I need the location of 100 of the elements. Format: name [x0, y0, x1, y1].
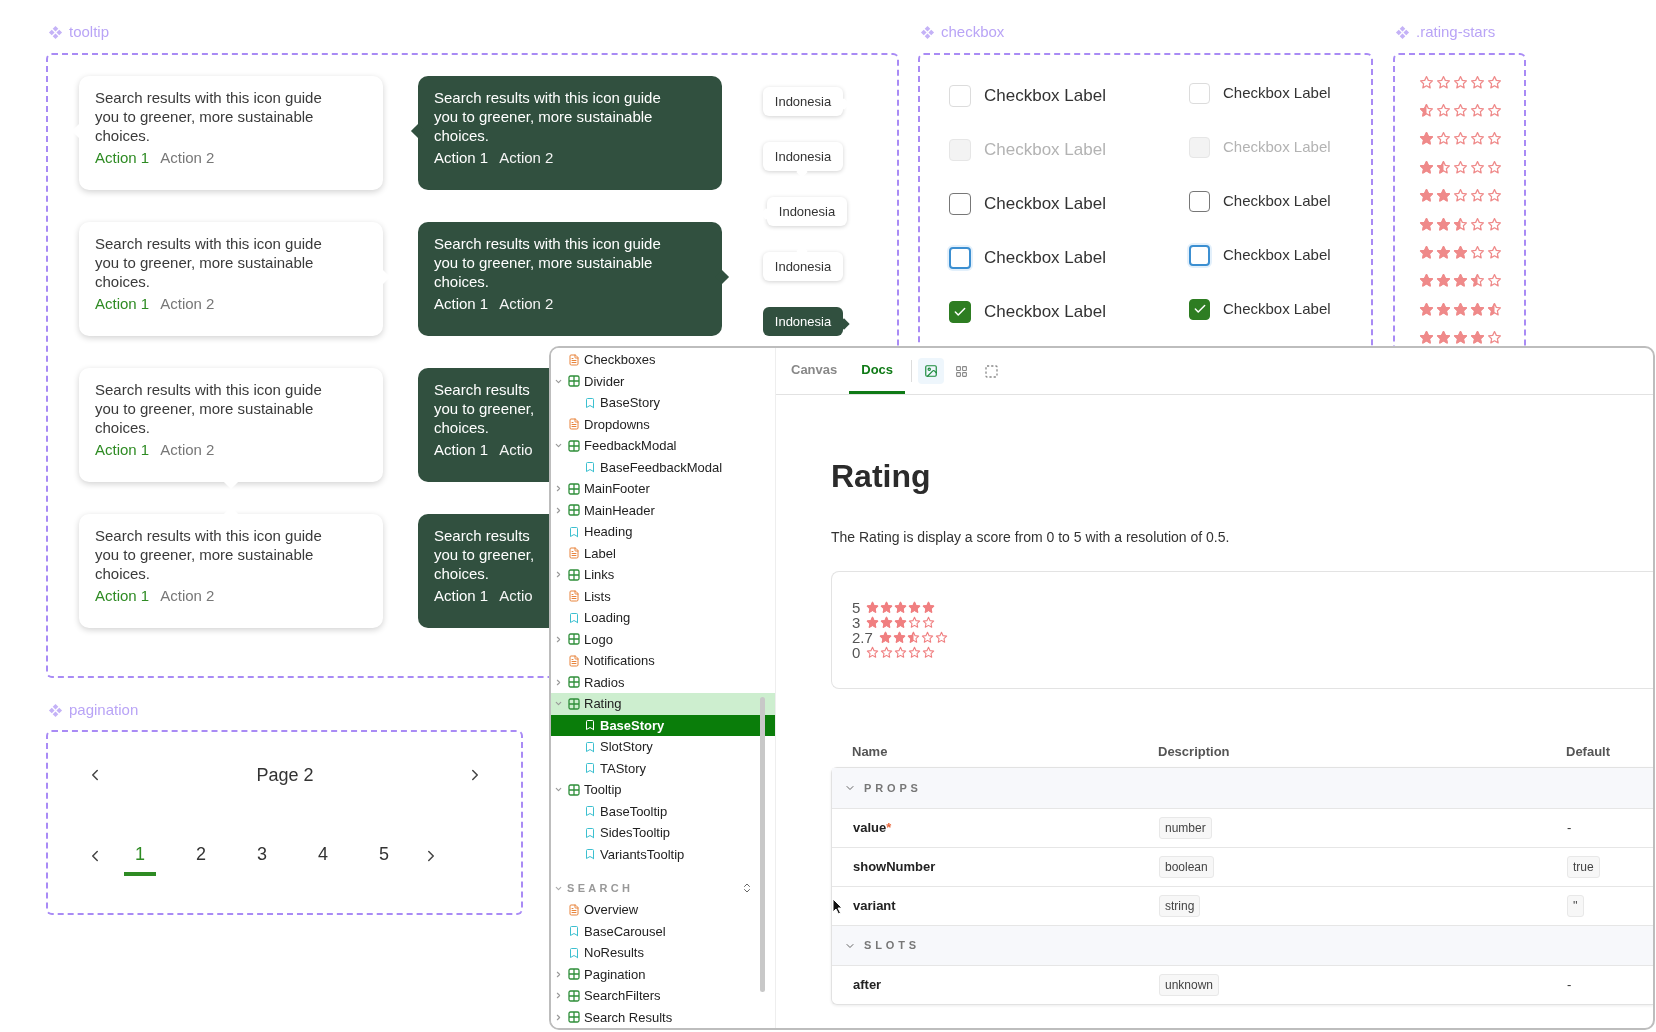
sidebar-item[interactable]: Loading: [551, 607, 775, 629]
table-cell-text: -: [1567, 976, 1572, 995]
component-icon: [1395, 24, 1410, 40]
component-icon: [48, 702, 63, 718]
sidebar-item[interactable]: Search Results: [551, 1006, 775, 1028]
star-icon: [1436, 216, 1451, 232]
empty-star-icon: [1453, 103, 1468, 119]
star-icon: [1419, 330, 1434, 346]
page-number[interactable]: 3: [246, 836, 278, 876]
page-number[interactable]: 1: [124, 836, 156, 876]
sidebar-item[interactable]: Lists: [551, 585, 775, 607]
tooltip-action-link[interactable]: Actio: [499, 586, 533, 606]
tooltip-action-link[interactable]: Action 1: [434, 294, 489, 314]
tooltip-text: Search results with this icon guide you to greener, more sustainable choices.: [95, 526, 323, 583]
sidebar-item[interactable]: Pagination: [551, 963, 775, 985]
toolbar-button[interactable]: [918, 358, 945, 384]
sidebar-item[interactable]: TAStory: [551, 757, 775, 779]
tooltip-text: Search results with this icon guide you to greener, more sustainable choices.: [95, 88, 323, 145]
tooltip-action-link[interactable]: Action 1: [95, 148, 150, 168]
tooltip-action-link[interactable]: Action 2: [160, 440, 215, 460]
sidebar-item[interactable]: Rating: [551, 693, 775, 715]
tooltip-action-link[interactable]: Action 1: [95, 440, 150, 460]
image-icon: [924, 364, 939, 378]
tooltip-action-link[interactable]: Action 2: [499, 148, 554, 168]
component-icon: [568, 697, 580, 710]
sidebar-item[interactable]: Logo: [551, 628, 775, 650]
empty-star-icon: [1453, 131, 1468, 147]
sidebar-item[interactable]: Heading: [551, 521, 775, 543]
sidebar-item[interactable]: BaseStory: [551, 392, 775, 414]
tooltip-action-link[interactable]: Actio: [499, 440, 533, 460]
tooltip-action-link[interactable]: Action 2: [160, 294, 215, 314]
component-icon: [568, 676, 580, 689]
checkbox[interactable]: [949, 301, 971, 323]
column-header: Default: [1566, 743, 1612, 762]
sidebar-item[interactable]: SidesTooltip: [551, 822, 775, 844]
empty-star-icon: [1436, 131, 1451, 147]
sidebar-item[interactable]: Tooltip: [551, 779, 775, 801]
tooltip-action-link[interactable]: Action 1: [434, 440, 489, 460]
checkbox[interactable]: [949, 247, 971, 269]
table-section-row[interactable]: PROPS: [832, 768, 1653, 808]
checkbox[interactable]: [1189, 190, 1210, 212]
frame-title: .rating-stars: [1416, 21, 1496, 42]
sidebar-item[interactable]: MainHeader: [551, 499, 775, 521]
sidebar-item[interactable]: VariantsTooltip: [551, 843, 775, 865]
page-number[interactable]: 5: [368, 836, 400, 876]
sidebar-item[interactable]: FeedbackModal: [551, 435, 775, 457]
empty-star-icon: [1487, 245, 1502, 261]
sidebar-item[interactable]: Divider: [551, 370, 775, 392]
tooltip-text: Search results you to greener, choices.: [434, 526, 535, 583]
star-icon: [1453, 330, 1468, 346]
tooltip-text: Search results with this icon guide you to greener, more sustainable choices.: [95, 380, 323, 437]
tooltip-action-link[interactable]: Action 1: [95, 586, 150, 606]
sidebar-item[interactable]: SearchFilters: [551, 985, 775, 1007]
scrollbar[interactable]: [760, 697, 765, 992]
sidebar-item[interactable]: Notifications: [551, 650, 775, 672]
bookmark-icon: [584, 762, 596, 775]
checkbox[interactable]: [1189, 298, 1210, 320]
sidebar-item[interactable]: BaseFeedbackModal: [551, 456, 775, 478]
page-label: Page 2: [256, 763, 314, 787]
mouse-cursor-icon: [832, 898, 843, 915]
empty-star-icon: [1470, 131, 1485, 147]
sidebar-item[interactable]: BaseCarousel: [551, 920, 775, 942]
sidebar-item[interactable]: Checkboxes: [551, 349, 775, 371]
empty-star-icon: [1453, 74, 1468, 90]
tab[interactable]: Docs: [849, 348, 906, 394]
component-icon: [568, 1011, 580, 1024]
sidebar-item[interactable]: Links: [551, 564, 775, 586]
empty-star-icon: [1419, 74, 1434, 90]
sidebar-item[interactable]: SlotStory: [551, 736, 775, 758]
sidebar-item[interactable]: NoResults: [551, 942, 775, 964]
page-heading: Rating: [831, 457, 932, 495]
sidebar-item[interactable]: Label: [551, 542, 775, 564]
checkbox[interactable]: [1189, 244, 1210, 266]
table-cell-text: showNumber: [853, 858, 936, 877]
page-number[interactable]: 2: [185, 836, 217, 876]
frame-title: tooltip: [69, 21, 110, 42]
caret-right-icon: [554, 969, 563, 979]
tooltip-action-link[interactable]: Action 2: [160, 148, 215, 168]
tab[interactable]: Canvas: [779, 348, 850, 394]
sidebar-item[interactable]: MainFooter: [551, 478, 775, 500]
tooltip-action-link[interactable]: Action 2: [160, 586, 215, 606]
tooltip-action-link[interactable]: Action 2: [499, 294, 554, 314]
tooltip-action-link[interactable]: Action 1: [434, 148, 489, 168]
bookmark-icon: [584, 848, 596, 861]
page-number[interactable]: 4: [307, 836, 339, 876]
tooltip-action-link[interactable]: Action 1: [95, 294, 150, 314]
empty-star-icon: [1470, 159, 1485, 175]
expand-collapse-icon[interactable]: [741, 882, 753, 894]
half-star-icon: [906, 631, 920, 644]
checkbox-label: Checkbox Label: [984, 193, 1106, 216]
tooltip-action-link[interactable]: Action 1: [434, 586, 489, 606]
table-section-row[interactable]: SLOTS: [832, 925, 1653, 965]
sidebar-item[interactable]: Overview: [551, 899, 775, 921]
sidebar-item[interactable]: Radios: [551, 671, 775, 693]
component-icon: [48, 24, 63, 40]
default-badge: '': [1567, 895, 1584, 917]
checkbox[interactable]: [949, 193, 971, 215]
sidebar-item[interactable]: BaseTooltip: [551, 800, 775, 822]
caret-right-icon: [554, 1012, 563, 1022]
sidebar-item[interactable]: Dropdowns: [551, 413, 775, 435]
